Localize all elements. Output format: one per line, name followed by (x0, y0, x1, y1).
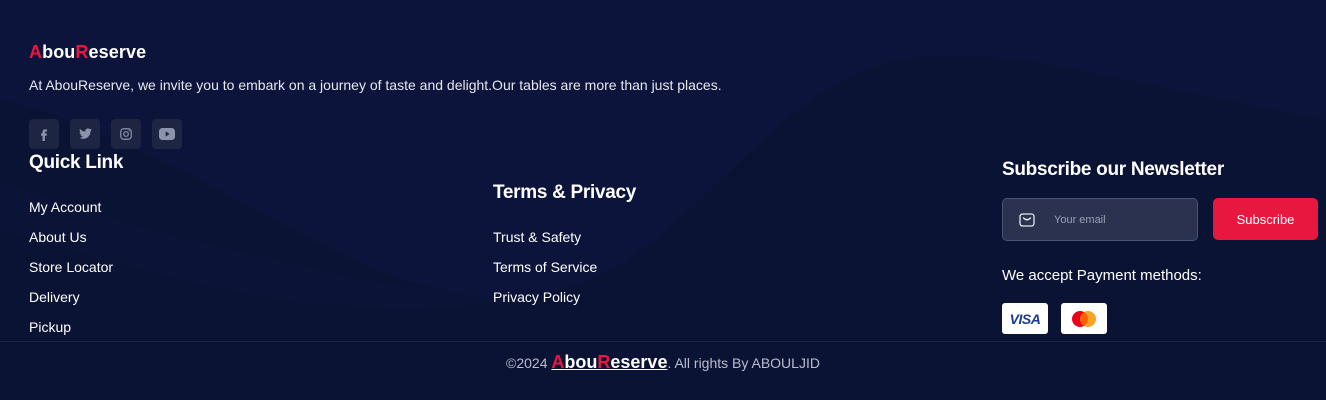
footer-link-trust-safety[interactable]: Trust & Safety (493, 229, 597, 259)
visa-text: VISA (1009, 310, 1041, 327)
mastercard-logo (1061, 303, 1107, 334)
brand-text-part: eserve (610, 352, 668, 372)
mail-icon (1019, 212, 1035, 227)
newsletter-title: Subscribe our Newsletter (1002, 159, 1224, 180)
subscribe-button[interactable]: Subscribe (1213, 198, 1318, 240)
copyright-suffix: . All rights By ABOULJID (667, 355, 820, 371)
brand-initial-a: A (29, 42, 43, 62)
terms-list: Trust & Safety Terms of Service Privacy … (493, 229, 597, 319)
social-links (29, 119, 182, 149)
payment-methods-label: We accept Payment methods: (1002, 267, 1202, 284)
instagram-icon (120, 128, 132, 140)
youtube-button[interactable] (152, 119, 182, 149)
visa-card-logo: VISA (1002, 303, 1048, 334)
footer-link-delivery[interactable]: Delivery (29, 289, 113, 319)
twitter-icon (78, 128, 92, 139)
terms-title: Terms & Privacy (493, 182, 637, 203)
facebook-button[interactable] (29, 119, 59, 149)
brand-initial-r: R (597, 352, 611, 372)
brand-text-part: eserve (88, 42, 147, 62)
copyright-text: ©2024 AbouReserve. All rights By ABOULJI… (0, 352, 1326, 373)
quick-link-list: My Account About Us Store Locator Delive… (29, 199, 113, 349)
footer-link-store-locator[interactable]: Store Locator (29, 259, 113, 289)
footer-link-my-account[interactable]: My Account (29, 199, 113, 229)
footer-link-about-us[interactable]: About Us (29, 229, 113, 259)
email-input[interactable] (1052, 212, 1186, 227)
copyright-brand-link[interactable]: AbouReserve (551, 352, 667, 372)
brand-initial-r: R (75, 42, 89, 62)
youtube-icon (159, 128, 175, 140)
facebook-icon (41, 129, 47, 141)
footer-divider (0, 341, 1326, 342)
twitter-button[interactable] (70, 119, 100, 149)
brand-initial-a: A (551, 352, 565, 372)
footer-link-pickup[interactable]: Pickup (29, 319, 113, 349)
brand-text-part: bou (42, 42, 76, 62)
quick-link-title: Quick Link (29, 152, 124, 173)
footer-brand-logo[interactable]: AbouReserve (29, 42, 146, 63)
copyright-year: ©2024 (506, 355, 548, 371)
brand-text-part: bou (564, 352, 598, 372)
mastercard-icon (1072, 310, 1096, 327)
footer-tagline: At AbouReserve, we invite you to embark … (29, 77, 722, 93)
email-field-wrapper (1002, 198, 1198, 241)
footer-link-privacy-policy[interactable]: Privacy Policy (493, 289, 597, 319)
instagram-button[interactable] (111, 119, 141, 149)
footer-link-terms-of-service[interactable]: Terms of Service (493, 259, 597, 289)
